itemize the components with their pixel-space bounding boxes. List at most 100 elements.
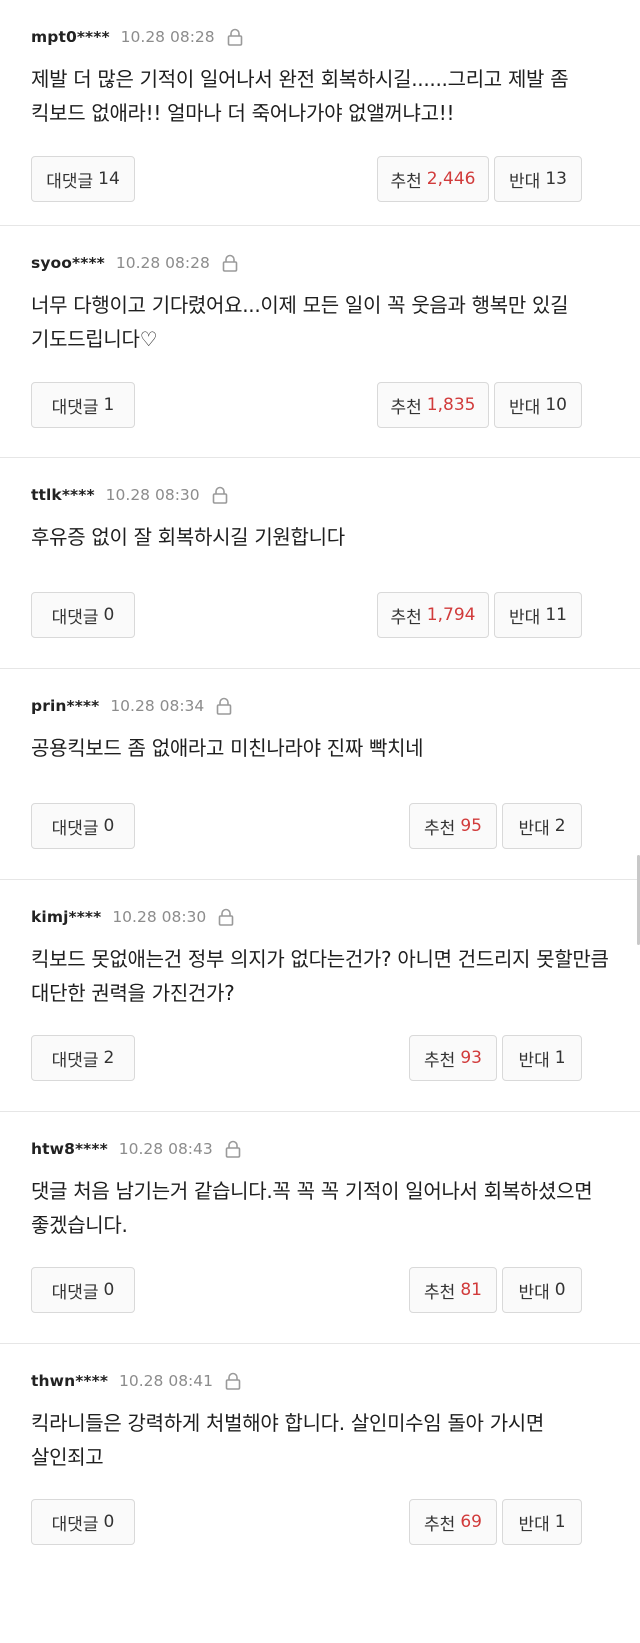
- comment-meta: mpt0**** 10.28 08:28: [31, 26, 243, 48]
- comment-meta: syoo**** 10.28 08:28: [31, 252, 238, 274]
- reply-count: 0: [103, 816, 115, 836]
- comment-username[interactable]: mpt0****: [31, 28, 110, 46]
- reply-label: 대댓글: [51, 397, 99, 418]
- lock-icon: [216, 697, 232, 715]
- comment-username[interactable]: htw8****: [31, 1140, 108, 1158]
- like-count: 1,794: [426, 605, 476, 625]
- like-label: 추천: [390, 397, 422, 418]
- comment-timestamp: 10.28 08:41: [119, 1372, 213, 1390]
- like-button[interactable]: 추천 95: [409, 803, 497, 849]
- lock-icon: [225, 1372, 241, 1390]
- comment-body: 공용킥보드 좀 없애라고 미친나라야 진짜 빡치네: [31, 736, 424, 760]
- comment-username[interactable]: kimj****: [31, 908, 101, 926]
- like-button[interactable]: 추천 1,835: [377, 382, 489, 428]
- comment-body: 너무 다행이고 기다렸어요...이제 모든 일이 꼭 웃음과 행복만 있길 기도…: [31, 293, 569, 351]
- reply-count: 0: [103, 1280, 115, 1300]
- reply-button[interactable]: 대댓글 2: [31, 1035, 135, 1081]
- like-count: 69: [460, 1512, 482, 1532]
- comment-timestamp: 10.28 08:43: [118, 1140, 213, 1158]
- dislike-label: 반대: [518, 1282, 550, 1303]
- reply-label: 대댓글: [51, 1282, 99, 1303]
- like-button[interactable]: 추천 69: [409, 1499, 497, 1545]
- like-button[interactable]: 추천 2,446: [377, 156, 489, 202]
- like-label: 추천: [424, 1282, 456, 1303]
- comment-username[interactable]: prin****: [31, 697, 99, 715]
- reply-count: 0: [103, 605, 115, 625]
- reply-label: 대댓글: [51, 1050, 99, 1071]
- comment-body: 킥보드 못없애는건 정부 의지가 없다는건가? 아니면 건드리지 못할만큼 대단…: [31, 947, 609, 1005]
- reply-label: 대댓글: [51, 607, 99, 628]
- like-count: 2,446: [426, 169, 476, 189]
- dislike-count: 1: [554, 1512, 566, 1532]
- reply-count: 2: [103, 1048, 115, 1068]
- comment-meta: htw8**** 10.28 08:43: [31, 1138, 241, 1160]
- reply-label: 대댓글: [51, 1514, 99, 1535]
- dislike-button[interactable]: 반대 11: [494, 592, 582, 638]
- dislike-count: 2: [554, 816, 566, 836]
- lock-icon: [225, 1140, 241, 1158]
- dislike-count: 1: [554, 1048, 566, 1068]
- dislike-label: 반대: [509, 397, 541, 418]
- dislike-button[interactable]: 반대 1: [502, 1035, 582, 1081]
- like-count: 95: [460, 816, 482, 836]
- comment-timestamp: 10.28 08:28: [120, 28, 215, 46]
- reply-button[interactable]: 대댓글 1: [31, 382, 135, 428]
- like-label: 추천: [390, 607, 422, 628]
- comment-timestamp: 10.28 08:30: [105, 486, 200, 504]
- reply-count: 1: [103, 395, 115, 415]
- comment-body: 후유증 없이 잘 회복하시길 기원합니다: [31, 525, 345, 549]
- comment-item: syoo**** 10.28 08:28 너무 다행이고 기다렸어요...이제 …: [0, 226, 640, 458]
- comment-item: thwn**** 10.28 08:41 킥라니들은 강력하게 처벌해야 합니다…: [0, 1344, 640, 1643]
- reply-button[interactable]: 대댓글 14: [31, 156, 135, 202]
- dislike-label: 반대: [518, 1050, 550, 1071]
- comment-timestamp: 10.28 08:28: [115, 254, 210, 272]
- comment-item: htw8**** 10.28 08:43 댓글 처음 남기는거 같습니다.꼭 꼭…: [0, 1112, 640, 1344]
- dislike-count: 10: [545, 395, 567, 415]
- like-button[interactable]: 추천 1,794: [377, 592, 489, 638]
- dislike-count: 13: [545, 169, 567, 189]
- reply-button[interactable]: 대댓글 0: [31, 803, 135, 849]
- comment-timestamp: 10.28 08:30: [112, 908, 207, 926]
- dislike-count: 11: [545, 605, 567, 625]
- reply-label: 대댓글: [46, 171, 94, 192]
- comment-meta: ttlk**** 10.28 08:30: [31, 484, 228, 506]
- reply-button[interactable]: 대댓글 0: [31, 1267, 135, 1313]
- comment-item: ttlk**** 10.28 08:30 후유증 없이 잘 회복하시길 기원합니…: [0, 458, 640, 669]
- comment-meta: prin**** 10.28 08:34: [31, 695, 232, 717]
- like-label: 추천: [390, 171, 422, 192]
- reply-button[interactable]: 대댓글 0: [31, 592, 135, 638]
- like-count: 81: [460, 1280, 482, 1300]
- dislike-label: 반대: [518, 818, 550, 839]
- comment-body: 댓글 처음 남기는거 같습니다.꼭 꼭 꼭 기적이 일어나서 회복하셨으면 좋겠…: [31, 1179, 593, 1237]
- comment-meta: kimj**** 10.28 08:30: [31, 906, 234, 928]
- lock-icon: [218, 908, 234, 926]
- comment-meta: thwn**** 10.28 08:41: [31, 1370, 241, 1392]
- comment-timestamp: 10.28 08:34: [110, 697, 205, 715]
- dislike-button[interactable]: 반대 13: [494, 156, 582, 202]
- reply-label: 대댓글: [51, 818, 99, 839]
- like-button[interactable]: 추천 93: [409, 1035, 497, 1081]
- dislike-button[interactable]: 반대 1: [502, 1499, 582, 1545]
- dislike-label: 반대: [509, 171, 541, 192]
- comment-body: 제발 더 많은 기적이 일어나서 완전 회복하시길......그리고 제발 좀 …: [31, 67, 569, 125]
- comment-username[interactable]: syoo****: [31, 254, 105, 272]
- dislike-button[interactable]: 반대 2: [502, 803, 582, 849]
- dislike-button[interactable]: 반대 10: [494, 382, 582, 428]
- comment-item: prin**** 10.28 08:34 공용킥보드 좀 없애라고 미친나라야 …: [0, 669, 640, 880]
- reply-count: 14: [98, 169, 120, 189]
- lock-icon: [222, 254, 238, 272]
- comment-username[interactable]: ttlk****: [31, 486, 95, 504]
- like-label: 추천: [424, 1514, 456, 1535]
- dislike-button[interactable]: 반대 0: [502, 1267, 582, 1313]
- lock-icon: [227, 28, 243, 46]
- like-button[interactable]: 추천 81: [409, 1267, 497, 1313]
- like-count: 1,835: [426, 395, 476, 415]
- comment-username[interactable]: thwn****: [31, 1372, 108, 1390]
- dislike-label: 반대: [518, 1514, 550, 1535]
- comment-body: 킥라니들은 강력하게 처벌해야 합니다. 살인미수임 돌아 가시면 살인죄고: [31, 1411, 545, 1469]
- reply-button[interactable]: 대댓글 0: [31, 1499, 135, 1545]
- dislike-count: 0: [554, 1280, 566, 1300]
- like-count: 93: [460, 1048, 482, 1068]
- comment-item: kimj**** 10.28 08:30 킥보드 못없애는건 정부 의지가 없다…: [0, 880, 640, 1112]
- dislike-label: 반대: [509, 607, 541, 628]
